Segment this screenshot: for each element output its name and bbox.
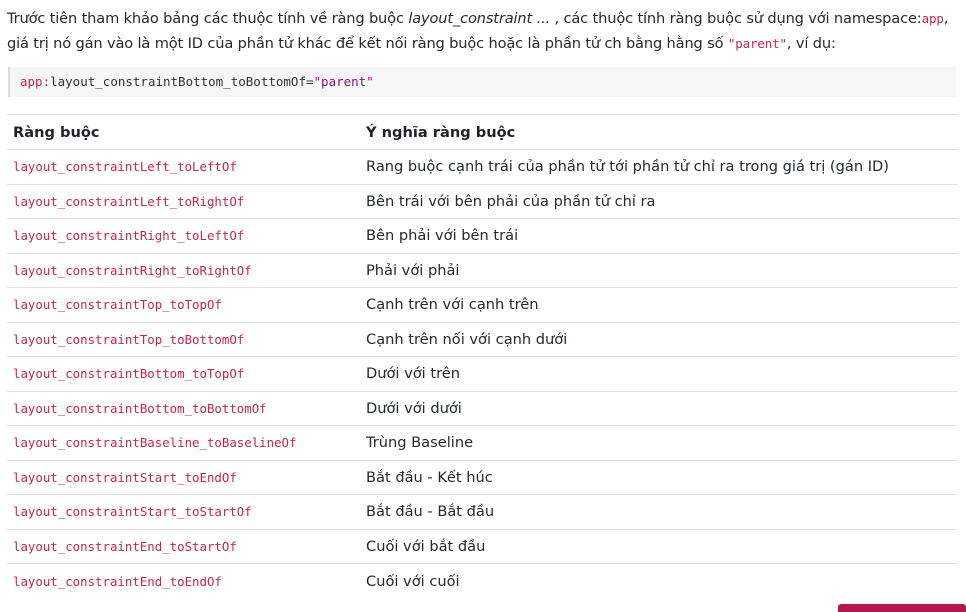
constraint-meaning: Cuối với bắt đầu	[360, 528, 958, 564]
header-constraint: Ràng buộc	[7, 114, 360, 150]
constraint-name: layout_constraintLeft_toRightOf	[7, 183, 360, 219]
table-header-row: Ràng buộc Ý nghĩa ràng buộc	[7, 114, 958, 150]
constraint-meaning: Dưới với trên	[360, 356, 958, 391]
intro-text-1: Trước tiên tham khảo bảng các thuộc tính…	[7, 10, 409, 27]
constraint-meaning: Cạnh trên với cạnh trên	[360, 287, 958, 322]
constraint-name: layout_constraintTop_toBottomOf	[7, 321, 360, 357]
table-row: layout_constraintBaseline_toBaselineOf Tr…	[7, 425, 958, 460]
constraint-meaning: Rang buộc cạnh trái của phần tử tới phần…	[360, 149, 958, 184]
header-meaning: Ý nghĩa ràng buộc	[360, 114, 958, 150]
constraint-table: Ràng buộc Ý nghĩa ràng buộc layout_const…	[7, 114, 958, 598]
constraint-meaning: Dưới với dưới	[360, 390, 958, 426]
constraint-meaning: Bắt đầu - Bắt đầu	[360, 494, 958, 529]
constraint-name: layout_constraintBottom_toTopOf	[7, 356, 360, 391]
constraint-name: layout_constraintStart_toEndOf	[7, 459, 360, 495]
constraint-name: layout_constraintBaseline_toBaselineOf	[7, 425, 360, 460]
code-value: "parent"	[313, 74, 374, 89]
constraint-name: layout_constraintEnd_toEndOf	[7, 563, 360, 598]
table-row: layout_constraintTop_toTopOf Cạnh trên vớ…	[7, 287, 958, 322]
table-row: layout_constraintLeft_toLeftOf Rang buộc …	[7, 149, 958, 184]
table-row: layout_constraintEnd_toEndOf Cuối với cuố…	[7, 563, 958, 598]
intro-emphasis: layout_constraint ...	[408, 10, 551, 27]
table-row: layout_constraintBottom_toBottomOf Dưới v…	[7, 390, 958, 426]
intro-paragraph: Trước tiên tham khảo bảng các thuộc tính…	[7, 6, 961, 56]
table-row: layout_constraintEnd_toStartOf Cuối với b…	[7, 528, 958, 564]
namespace-code: app	[921, 11, 944, 26]
constraint-name: layout_constraintEnd_toStartOf	[7, 528, 360, 564]
constraint-meaning: Trùng Baseline	[360, 425, 958, 460]
code-namespace: app:	[20, 74, 51, 89]
constraint-name: layout_constraintLeft_toLeftOf	[7, 149, 360, 184]
table-body: layout_constraintLeft_toLeftOf Rang buộc …	[7, 149, 958, 598]
table-row: layout_constraintRight_toRightOf Phải với…	[7, 252, 958, 288]
constraint-meaning: Bên phải với bên trái	[360, 218, 958, 253]
table-row: layout_constraintTop_toBottomOf Cạnh trên…	[7, 321, 958, 357]
code-example-block: app:layout_constraintBottom_toBottomOf="…	[8, 67, 956, 97]
table-row: layout_constraintStart_toEndOf Bắt đầu - …	[7, 459, 958, 495]
table-row: layout_constraintBottom_toTopOf Dưới với …	[7, 356, 958, 391]
table-row: layout_constraintStart_toStartOf Bắt đầu …	[7, 494, 958, 529]
table-row: layout_constraintLeft_toRightOf Bên trái …	[7, 183, 958, 219]
constraint-name: layout_constraintStart_toStartOf	[7, 494, 360, 529]
constraint-meaning: Bắt đầu - Kết húc	[360, 459, 958, 495]
corner-action-button[interactable]	[838, 604, 966, 612]
parent-code: "parent"	[727, 36, 787, 51]
code-attribute: layout_constraintBottom_toBottomOf=	[50, 74, 314, 89]
intro-text-4: , ví dụ:	[786, 35, 836, 52]
constraint-meaning: Cuối với cuối	[360, 563, 958, 598]
constraint-name: layout_constraintRight_toRightOf	[7, 252, 360, 288]
table-row: layout_constraintRight_toLeftOf Bên phải …	[7, 218, 958, 253]
constraint-name: layout_constraintRight_toLeftOf	[7, 218, 360, 253]
constraint-meaning: Bên trái với bên phải của phần tử chỉ ra	[360, 183, 958, 219]
constraint-name: layout_constraintTop_toTopOf	[7, 287, 360, 322]
intro-text-2: , các thuộc tính ràng buộc sử dụng với n…	[550, 10, 922, 27]
constraint-name: layout_constraintBottom_toBottomOf	[7, 390, 360, 426]
constraint-meaning: Cạnh trên nối với cạnh dưới	[360, 321, 958, 357]
constraint-meaning: Phải với phải	[360, 252, 958, 288]
